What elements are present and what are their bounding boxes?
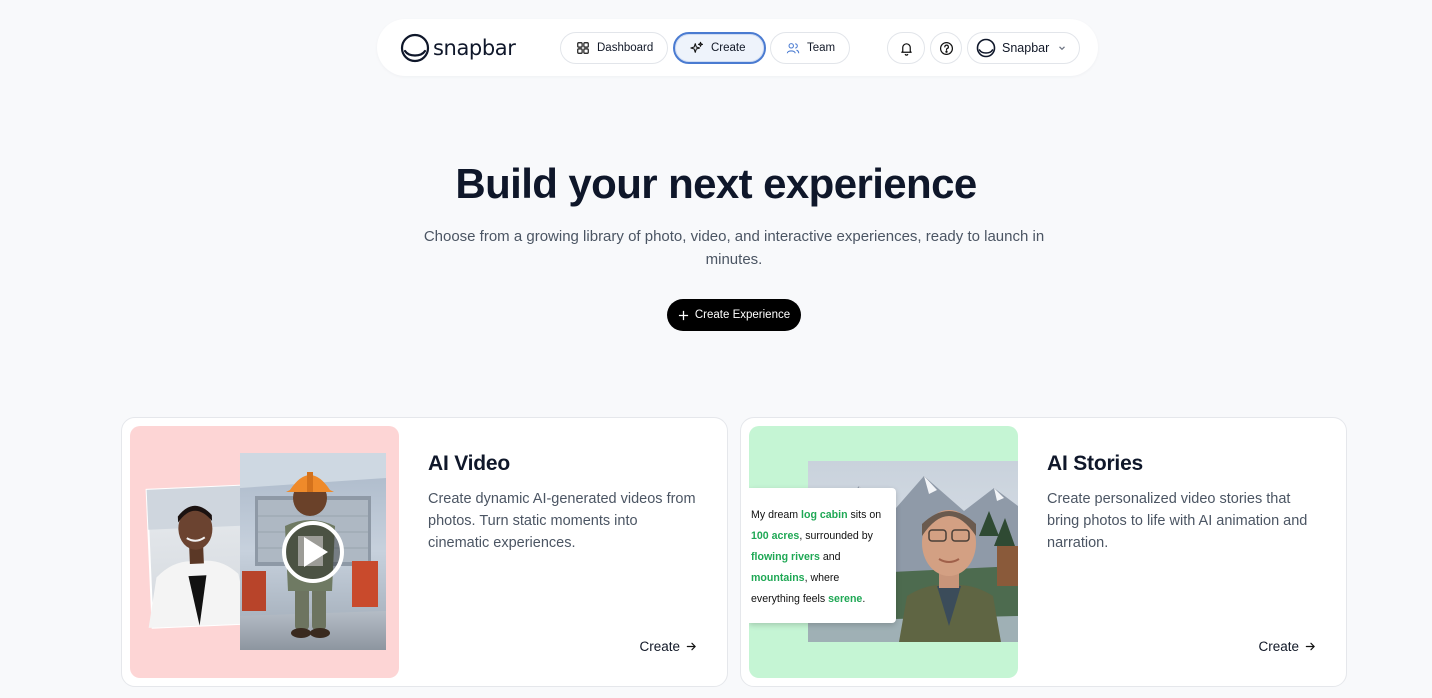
- caption-line: mountains, where: [751, 568, 896, 589]
- caption-text: , where: [804, 572, 840, 584]
- grid-icon: [577, 42, 589, 54]
- caption-text: and: [819, 551, 841, 563]
- story-caption-card: My dream log cabin sits on 100 acres, su…: [749, 488, 896, 623]
- caption-line: 100 acres, surrounded by: [751, 526, 896, 547]
- nav-team-label: Team: [807, 42, 836, 54]
- card-title: AI Video: [428, 452, 511, 475]
- nav-create-label: Create: [711, 42, 746, 54]
- caption-highlight: 100 acres: [751, 530, 800, 542]
- ai-video-thumbnail: [130, 426, 399, 678]
- account-name: Snapbar: [1002, 41, 1050, 55]
- create-link-label: Create: [639, 639, 680, 654]
- experience-card-ai-video[interactable]: AI Video Create dynamic AI-generated vid…: [121, 417, 728, 687]
- account-avatar-icon: [976, 38, 996, 58]
- sparkles-icon: [690, 41, 704, 53]
- notifications-button[interactable]: [887, 32, 925, 64]
- caption-text: .: [862, 593, 866, 605]
- caption-text: sits on: [847, 509, 882, 521]
- arrow-right-icon: [1305, 642, 1315, 651]
- experience-card-ai-stories[interactable]: My dream log cabin sits on 100 acres, su…: [740, 417, 1347, 687]
- help-button[interactable]: [930, 32, 962, 64]
- play-button-icon: [282, 521, 344, 583]
- page-title: Build your next experience: [455, 160, 977, 207]
- snapbar-logo-icon: [400, 33, 430, 62]
- create-experience-button[interactable]: Create Experience: [667, 299, 801, 331]
- nav-create-button[interactable]: Create: [673, 32, 766, 64]
- portrait-photo: [145, 484, 249, 629]
- card-title: AI Stories: [1047, 452, 1144, 475]
- users-icon: [786, 43, 800, 54]
- page-subtitle: Choose from a growing library of photo, …: [423, 228, 1045, 268]
- nav-dashboard-label: Dashboard: [597, 42, 654, 54]
- chevron-down-icon: [1059, 46, 1066, 51]
- create-link-label: Create: [1258, 639, 1299, 654]
- caption-line: everything feels serene.: [751, 589, 896, 610]
- nav-team-button[interactable]: Team: [770, 32, 851, 64]
- plus-icon: [678, 310, 688, 320]
- nav-dashboard-button[interactable]: Dashboard: [560, 32, 669, 64]
- caption-line: My dream log cabin sits on: [751, 505, 896, 526]
- caption-text: My dream: [751, 509, 802, 521]
- ai-stories-thumbnail: My dream log cabin sits on 100 acres, su…: [749, 426, 1018, 678]
- caption-text: everything feels: [751, 593, 829, 605]
- ai-video-illustration: [145, 453, 386, 650]
- card-description: Create dynamic AI-generated videos from …: [428, 491, 696, 551]
- caption-line: flowing rivers and: [751, 547, 896, 568]
- bell-icon: [900, 42, 912, 56]
- ai-stories-create-link[interactable]: Create: [1258, 639, 1316, 654]
- arrow-right-icon: [686, 642, 696, 651]
- top-navbar: snapbar Dashboard Create Team Snapbar: [377, 19, 1098, 76]
- caption-highlight: serene: [828, 593, 863, 605]
- create-experience-label: Create Experience: [694, 309, 791, 321]
- card-description: Create personalized video stories that b…: [1047, 491, 1308, 551]
- help-circle-icon: [939, 41, 953, 55]
- caption-highlight: mountains: [751, 572, 805, 584]
- caption-highlight: flowing rivers: [751, 551, 820, 563]
- account-menu[interactable]: Snapbar: [967, 32, 1080, 64]
- brand-logo[interactable]: snapbar: [400, 32, 516, 63]
- caption-text: , surrounded by: [799, 530, 873, 542]
- ai-video-create-link[interactable]: Create: [639, 639, 697, 654]
- brand-name: snapbar: [433, 35, 516, 60]
- caption-highlight: log cabin: [801, 509, 848, 521]
